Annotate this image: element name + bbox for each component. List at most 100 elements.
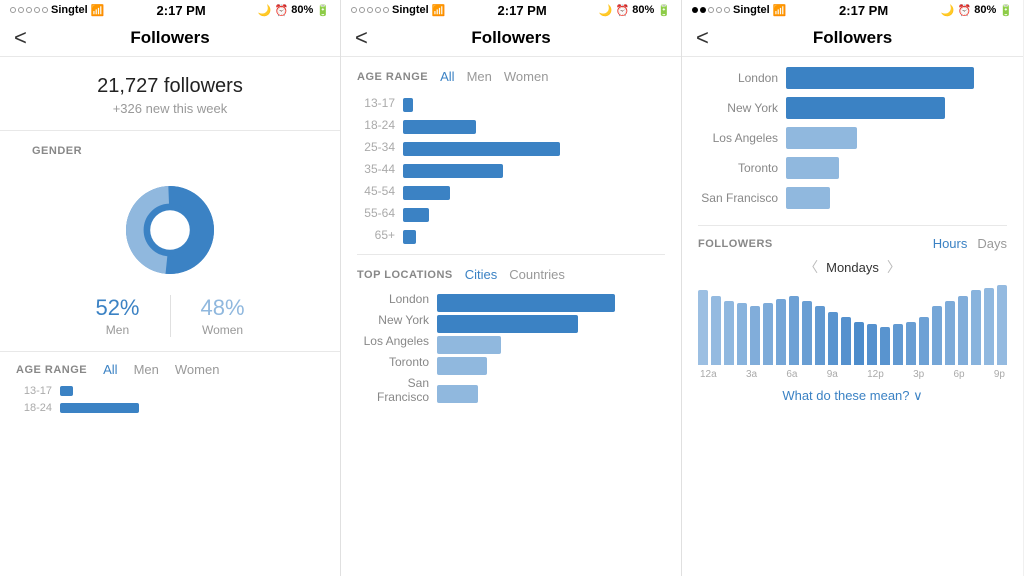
age-tab-all-1[interactable]: All — [103, 362, 117, 377]
city-name: London — [698, 71, 778, 85]
dot — [42, 7, 48, 13]
loc-row: New York — [357, 313, 665, 327]
city-name: New York — [698, 101, 778, 115]
battery-2: 80% — [632, 4, 654, 16]
back-button-2[interactable]: < — [355, 25, 368, 51]
what-mean-text: What do these mean? — [782, 388, 909, 403]
bar-column — [984, 285, 994, 365]
wifi-icon-3: 📶 — [773, 4, 787, 17]
dot — [367, 7, 373, 13]
followers-chart-label: FOLLOWERS — [698, 238, 773, 250]
age-bars-2: 13-17 18-24 25-34 35-44 45-54 55-64 — [357, 96, 665, 242]
gender-women: 48% Women — [201, 295, 245, 337]
dot — [716, 7, 722, 13]
women-label: Women — [202, 323, 243, 337]
age-bar-fill — [403, 98, 413, 112]
panel1-content: 21,727 followers +326 new this week GEND… — [0, 57, 340, 576]
bar-fill — [945, 301, 955, 365]
tab-all-2[interactable]: All — [440, 69, 454, 84]
bar-column — [945, 285, 955, 365]
gender-divider — [170, 295, 171, 337]
loc-bar-track — [437, 357, 665, 367]
loc-bar-track — [437, 294, 665, 304]
panel3-content: London New York Los Angeles Toronto San … — [682, 57, 1023, 576]
bar-column — [997, 285, 1007, 365]
bar-fill — [958, 296, 968, 365]
tab-women-2[interactable]: Women — [504, 69, 549, 84]
age-row: 35-44 — [357, 162, 665, 176]
city-name: Toronto — [698, 161, 778, 175]
followers-new: +326 new this week — [0, 101, 340, 116]
loc-bar-fill — [437, 294, 615, 312]
top-cities-bars: London New York Los Angeles Toronto San … — [698, 57, 1007, 225]
age-bar-fill — [403, 142, 560, 156]
bar-column — [815, 285, 825, 365]
age-bar-fill — [60, 386, 73, 396]
alarm-icon-3: ⏰ — [958, 4, 972, 17]
age-bars-1: 13-17 18-24 — [16, 385, 324, 414]
loc-bar-fill — [437, 315, 578, 333]
bar-fill — [711, 296, 721, 365]
bar-fill — [763, 303, 773, 365]
battery-icon-3: 🔋 — [999, 4, 1013, 17]
tab-countries[interactable]: Countries — [509, 267, 565, 282]
age-bar-track — [60, 386, 324, 396]
age-tab-women-1[interactable]: Women — [175, 362, 220, 377]
back-button-3[interactable]: < — [696, 25, 709, 51]
moon-icon-1: 🌙 — [258, 4, 272, 17]
city-bar-track — [786, 157, 1007, 179]
loc-bar-track — [437, 315, 665, 325]
loc-row: Los Angeles — [357, 334, 665, 348]
next-day-icon[interactable]: 〉 — [887, 257, 901, 277]
loc-bar-fill — [437, 336, 501, 354]
tab-men-2[interactable]: Men — [467, 69, 492, 84]
battery-3: 80% — [974, 4, 996, 16]
bar-fill — [724, 301, 734, 365]
tab-days[interactable]: Days — [977, 236, 1007, 251]
city-bar-track — [786, 187, 1007, 209]
dot — [724, 7, 730, 13]
loc-row: London — [357, 292, 665, 306]
top-locations-header: TOP LOCATIONS Cities Countries — [357, 267, 665, 282]
city-label: Los Angeles — [357, 334, 429, 348]
chart-x-labels: 12a 3a 6a 9a 12p 3p 6p 9p — [698, 369, 1007, 380]
city-label: San Francisco — [357, 376, 429, 404]
tab-cities[interactable]: Cities — [465, 267, 498, 282]
age-header-1: AGE RANGE All Men Women — [16, 362, 324, 377]
age-bar-track — [403, 164, 665, 174]
dot — [26, 7, 32, 13]
dot — [708, 7, 714, 13]
bar-fill — [919, 317, 929, 365]
bar-fill — [737, 303, 747, 365]
wifi-icon-1: 📶 — [91, 4, 105, 17]
bar-fill — [802, 301, 812, 365]
city-row: New York — [698, 97, 1007, 119]
status-bar-2: Singtel 📶 2:17 PM 🌙 ⏰ 80% 🔋 — [341, 0, 681, 20]
panel-2: Singtel 📶 2:17 PM 🌙 ⏰ 80% 🔋 < Followers … — [341, 0, 682, 576]
age-label: 45-54 — [357, 184, 395, 198]
age-tab-men-1[interactable]: Men — [134, 362, 159, 377]
time-tabs: Hours Days — [933, 236, 1007, 251]
age-label: 13-17 — [357, 96, 395, 110]
bar-column — [750, 285, 760, 365]
gender-label: GENDER — [16, 131, 324, 165]
panel-1: Singtel 📶 2:17 PM 🌙 ⏰ 80% 🔋 < Followers … — [0, 0, 341, 576]
bar-fill — [841, 317, 851, 365]
top-loc-label: TOP LOCATIONS — [357, 269, 453, 281]
bar-column — [698, 285, 708, 365]
age-range-label-1: AGE RANGE — [16, 364, 87, 376]
back-button-1[interactable]: < — [14, 25, 27, 51]
what-mean-link[interactable]: What do these mean? ∨ — [698, 388, 1007, 404]
age-label: 18-24 — [16, 402, 52, 414]
time-1: 2:17 PM — [157, 3, 206, 18]
prev-day-icon[interactable]: 〈 — [804, 257, 818, 277]
city-row: San Francisco — [698, 187, 1007, 209]
bar-column — [711, 285, 721, 365]
bar-column — [763, 285, 773, 365]
city-bar-track — [786, 127, 1007, 149]
bar-fill — [984, 288, 994, 365]
moon-icon-2: 🌙 — [599, 4, 613, 17]
city-bar-fill — [786, 67, 974, 89]
tab-hours[interactable]: Hours — [933, 236, 968, 251]
bar-column — [919, 285, 929, 365]
